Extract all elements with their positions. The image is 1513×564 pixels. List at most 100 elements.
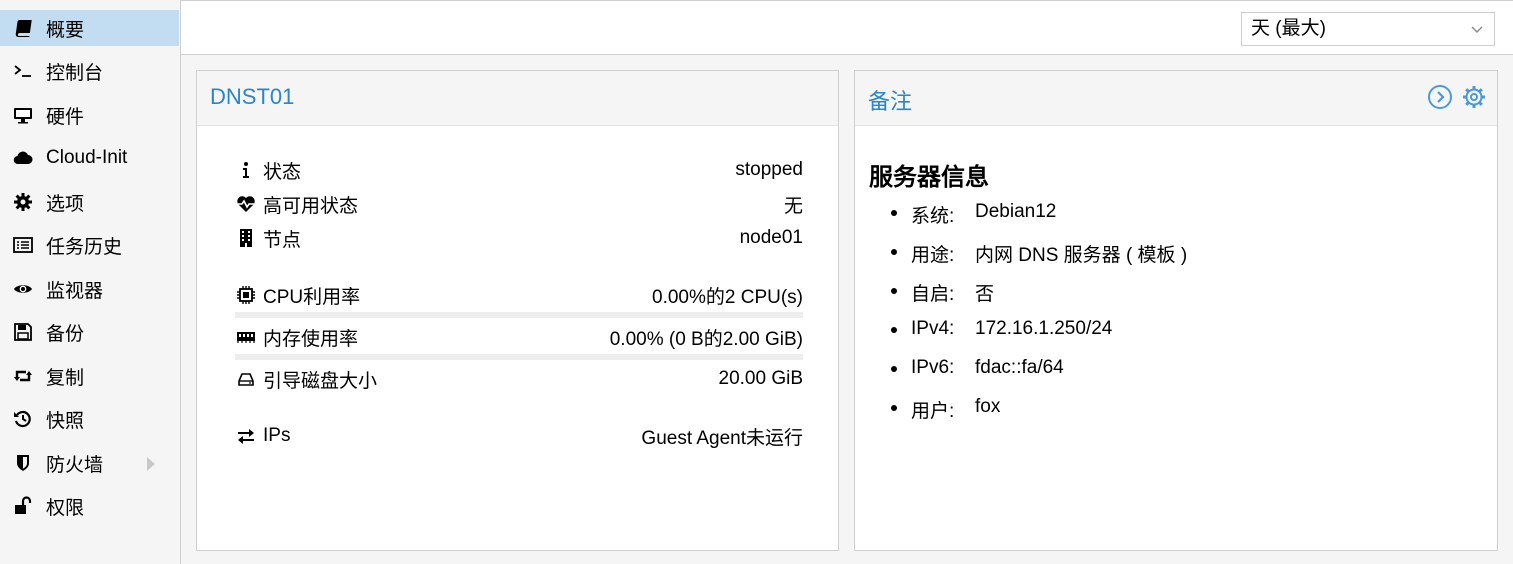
eye-icon [12, 278, 34, 300]
memory-usage-bar [235, 354, 803, 360]
sidebar-item-label: 快照 [46, 410, 85, 432]
monitor-icon [12, 104, 34, 126]
sidebar-item-label: 硬件 [46, 106, 85, 128]
memory-icon [235, 326, 257, 348]
history-icon [12, 408, 34, 430]
sidebar-item-label: Cloud-Init [46, 147, 128, 168]
memory-label: 内存使用率 [263, 328, 359, 350]
ips-label: IPs [263, 425, 291, 446]
info-icon [235, 159, 257, 181]
shield-icon [12, 452, 34, 474]
notes-panel: 备注 服务器信息 系统: Debian12 用途: 内网 DNS 服务器 ( 模板 … [854, 70, 1498, 551]
note-value: fdac::fa/64 [975, 357, 1064, 378]
note-value: Debian12 [975, 201, 1057, 222]
chevron-down-icon [1471, 26, 1483, 33]
vm-name-title: DNST01 [210, 84, 295, 109]
cpu-label: CPU利用率 [263, 286, 361, 308]
note-key: 用途: [911, 245, 955, 266]
cpu-usage-bar [235, 312, 803, 318]
sidebar-item-firewall[interactable]: 防火墙 [0, 445, 179, 481]
memory-row: 内存使用率 0.00% (0 B的2.00 GiB) [235, 322, 803, 352]
ha-status-row: 高可用状态 无 [235, 189, 803, 219]
sidebar-item-label: 复制 [46, 367, 85, 389]
note-value: 172.16.1.250/24 [975, 318, 1113, 339]
note-key: IPv4: [911, 318, 955, 339]
memory-value: 0.00% (0 B的2.00 GiB) [609, 328, 803, 350]
sidebar-item-label: 选项 [46, 193, 85, 215]
list-item: 系统: Debian12 [890, 201, 1187, 240]
status-panel-header: DNST01 [197, 71, 838, 126]
list-icon [12, 234, 34, 256]
notes-title: 备注 [868, 89, 913, 114]
sidebar-item-monitor[interactable]: 监视器 [0, 271, 179, 307]
note-key: 用户: [911, 401, 955, 422]
node-value: node01 [739, 227, 803, 248]
sidebar-item-task-history[interactable]: 任务历史 [0, 227, 179, 263]
sidebar-item-label: 防火墙 [46, 454, 104, 476]
cpu-icon [235, 284, 257, 306]
expand-arrow-icon[interactable] [147, 457, 155, 471]
collapse-chevron-icon[interactable] [1427, 84, 1453, 110]
timeframe-select[interactable]: 天 (最大) [1241, 12, 1495, 46]
status-value: stopped [735, 159, 803, 180]
retweet-icon [12, 365, 34, 387]
list-item: IPv4: 172.16.1.250/24 [890, 318, 1187, 357]
status-label: 状态 [263, 161, 302, 183]
gear-icon [12, 191, 34, 213]
sidebar-item-summary[interactable]: 概要 [0, 10, 179, 46]
status-panel: DNST01 状态 stopped 高可用状态 无 节点 node01 CPU利… [196, 70, 839, 551]
notes-heading: 服务器信息 [869, 164, 989, 191]
timeframe-value: 天 (最大) [1251, 18, 1326, 39]
bootdisk-value: 20.00 GiB [718, 368, 804, 389]
sidebar-item-cloud-init[interactable]: Cloud-Init [0, 140, 179, 176]
list-item: IPv6: fdac::fa/64 [890, 357, 1187, 396]
sidebar-item-label: 权限 [46, 497, 85, 519]
note-key: IPv6: [911, 357, 955, 378]
floppy-icon [12, 321, 34, 343]
node-row: 节点 node01 [235, 223, 803, 253]
ha-status-label: 高可用状态 [263, 195, 359, 217]
bootdisk-label: 引导磁盘大小 [263, 370, 378, 392]
sidebar-item-hardware[interactable]: 硬件 [0, 97, 179, 133]
toolbar: 天 (最大) [181, 0, 1513, 55]
main-content: 天 (最大) DNST01 状态 stopped 高可用状态 无 节点 node… [181, 0, 1513, 564]
exchange-icon [235, 425, 257, 447]
bootdisk-row: 引导磁盘大小 20.00 GiB [235, 364, 803, 394]
node-label: 节点 [263, 229, 302, 251]
sidebar-item-permissions[interactable]: 权限 [0, 488, 179, 524]
note-key: 自启: [911, 284, 955, 305]
sidebar-item-console[interactable]: 控制台 [0, 53, 179, 89]
cpu-row: CPU利用率 0.00%的2 CPU(s) [235, 280, 803, 310]
sidebar-item-label: 监视器 [46, 280, 104, 302]
list-item: 自启: 否 [890, 279, 1187, 318]
sidebar-item-backup[interactable]: 备份 [0, 314, 179, 350]
heartbeat-icon [235, 193, 257, 215]
note-value: 内网 DNS 服务器 ( 模板 ) [975, 245, 1188, 266]
sidebar-item-label: 控制台 [46, 62, 104, 84]
list-item: 用途: 内网 DNS 服务器 ( 模板 ) [890, 240, 1188, 279]
building-icon [235, 227, 257, 249]
list-item: 用户: fox [890, 396, 1187, 435]
sidebar: 概要 控制台 硬件 Cloud-Init 选项 任务历史 监视器 备份 复制 快… [0, 0, 181, 564]
notes-panel-header: 备注 [855, 71, 1497, 126]
ips-value: Guest Agent未运行 [641, 427, 803, 449]
ips-row: IPs Guest Agent未运行 [235, 421, 803, 451]
cloud-icon [12, 147, 34, 169]
book-icon [12, 17, 34, 39]
unlock-icon [12, 495, 34, 517]
notes-header-tools [1427, 84, 1487, 110]
status-row: 状态 stopped [235, 155, 803, 185]
note-value: fox [975, 396, 1001, 417]
note-key: 系统: [911, 206, 955, 227]
hdd-icon [235, 368, 257, 390]
cpu-value: 0.00%的2 CPU(s) [652, 286, 803, 308]
ha-status-value: 无 [783, 195, 803, 217]
notes-list: 系统: Debian12 用途: 内网 DNS 服务器 ( 模板 ) 自启: 否 IP… [890, 201, 1188, 435]
gear-icon[interactable] [1461, 84, 1487, 110]
sidebar-item-options[interactable]: 选项 [0, 184, 179, 220]
terminal-icon [12, 60, 34, 82]
sidebar-item-replication[interactable]: 复制 [0, 358, 179, 394]
sidebar-item-label: 备份 [46, 323, 85, 345]
sidebar-item-label: 任务历史 [46, 236, 123, 258]
sidebar-item-snapshots[interactable]: 快照 [0, 401, 179, 437]
